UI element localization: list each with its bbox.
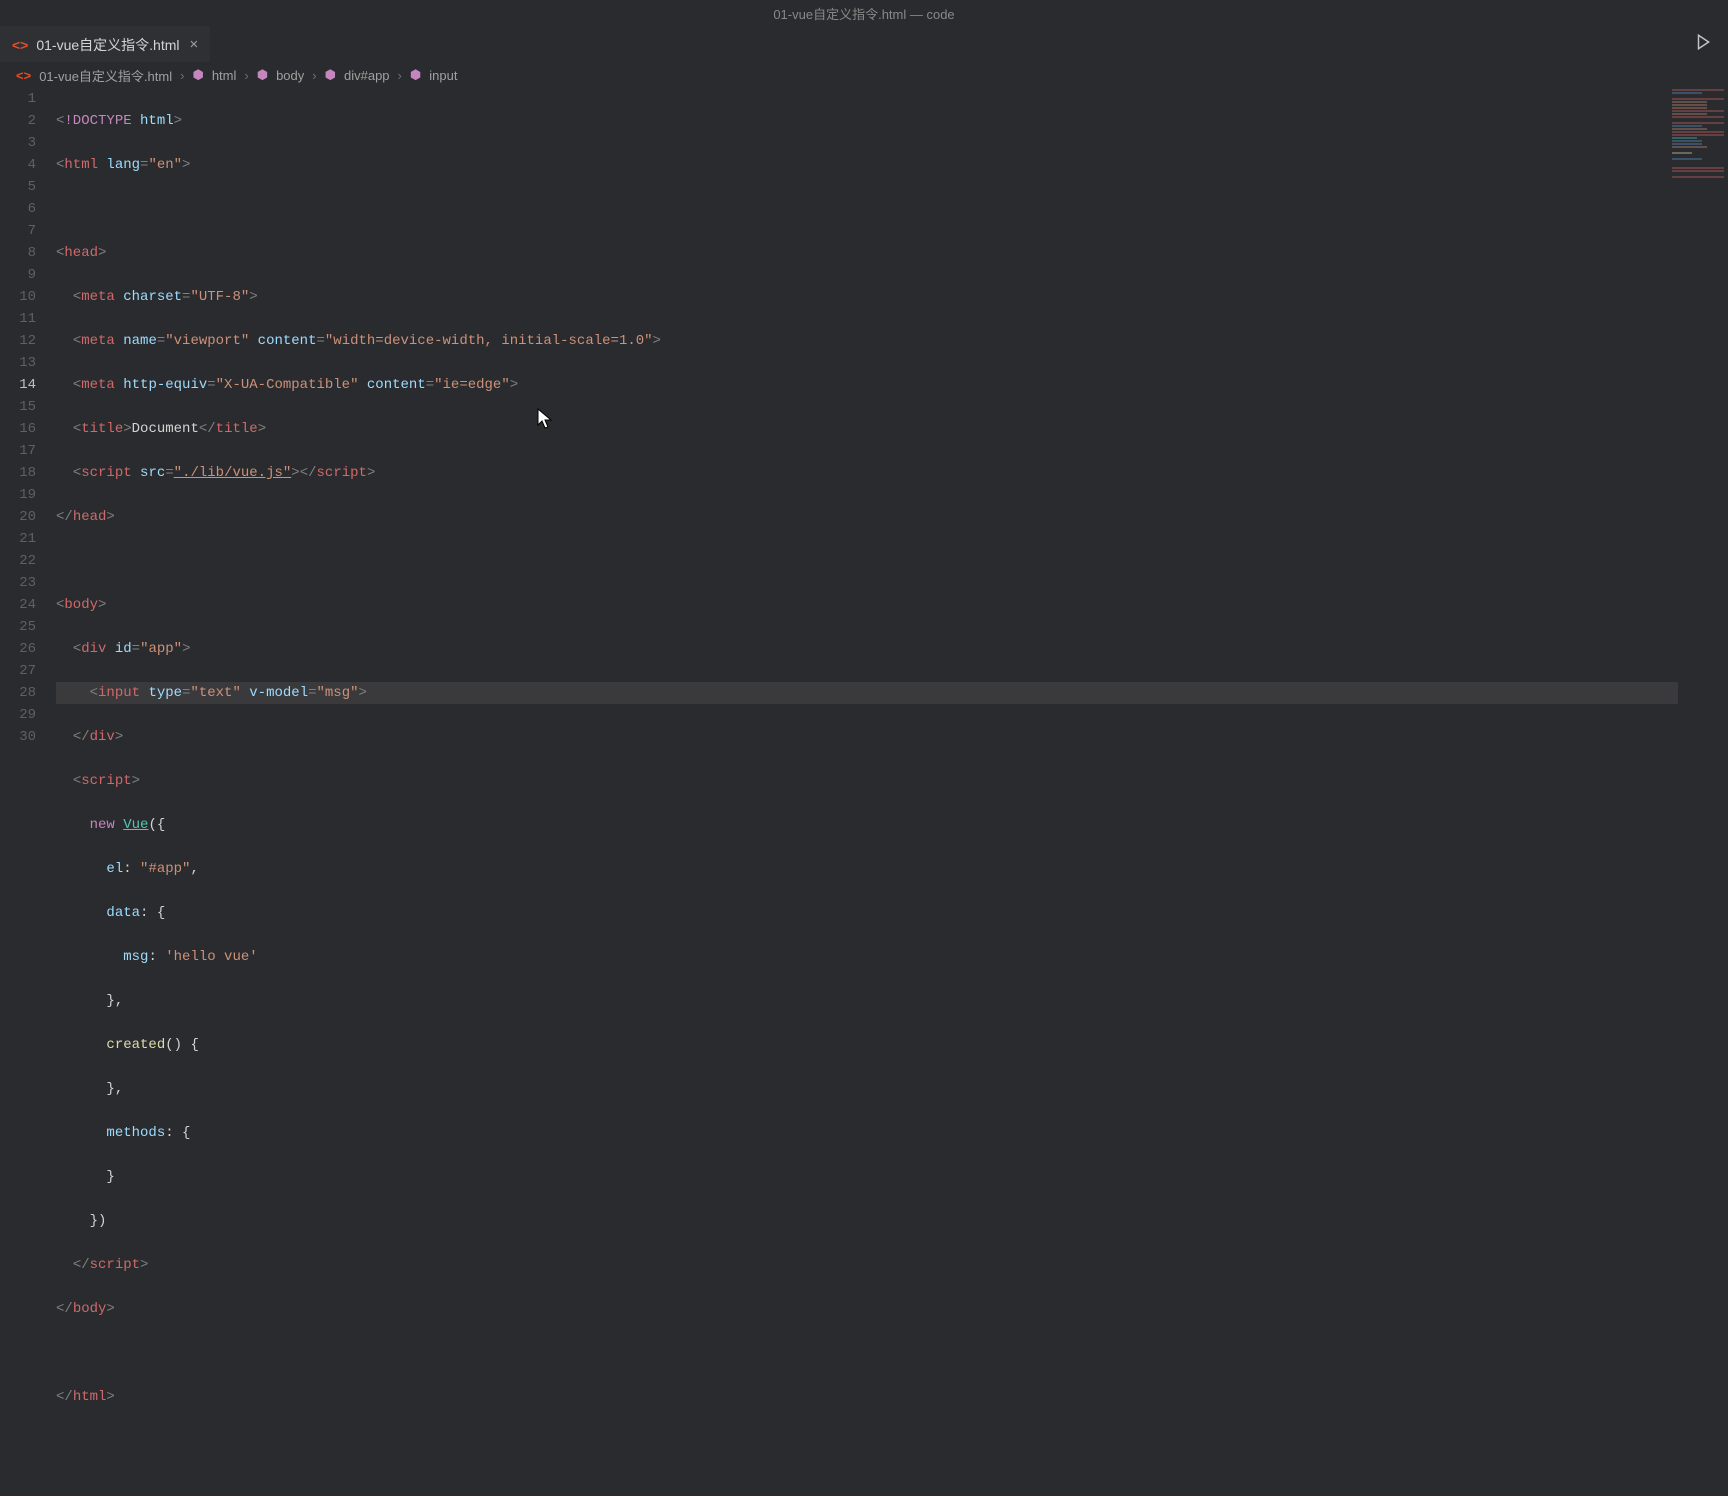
code-line: <script>: [56, 770, 1728, 792]
line-number: 20: [0, 506, 36, 528]
code-line: <body>: [56, 594, 1728, 616]
code-line: new Vue({: [56, 814, 1728, 836]
line-number: 14: [0, 374, 36, 396]
code-line: </script>: [56, 1254, 1728, 1276]
line-number: 13: [0, 352, 36, 374]
code-line: <meta http-equiv="X-UA-Compatible" conte…: [56, 374, 1728, 396]
code-line: [56, 198, 1728, 220]
line-number: 5: [0, 176, 36, 198]
code-line: },: [56, 1078, 1728, 1100]
symbol-icon: ⬢: [192, 67, 203, 83]
line-number: 26: [0, 638, 36, 660]
code-line: }): [56, 1210, 1728, 1232]
code-line: <!DOCTYPE html>: [56, 110, 1728, 132]
code-line: <script src="./lib/vue.js"></script>: [56, 462, 1728, 484]
run-icon[interactable]: [1694, 33, 1712, 56]
line-number: 11: [0, 308, 36, 330]
chevron-right-icon: ›: [244, 68, 248, 83]
line-number: 2: [0, 110, 36, 132]
window-title: 01-vue自定义指令.html — code: [773, 4, 954, 23]
symbol-icon: ⬢: [410, 67, 421, 83]
breadcrumb-html[interactable]: html: [212, 68, 237, 83]
breadcrumb-div[interactable]: div#app: [344, 68, 390, 83]
line-number: 17: [0, 440, 36, 462]
editor-area[interactable]: 1 2 3 4 5 6 7 8 9 10 11 12 13 14 15 16 1…: [0, 88, 1728, 1080]
close-icon[interactable]: ×: [190, 36, 199, 53]
line-number: 12: [0, 330, 36, 352]
code-line: <meta name="viewport" content="width=dev…: [56, 330, 1728, 352]
line-number: 23: [0, 572, 36, 594]
line-number-gutter: 1 2 3 4 5 6 7 8 9 10 11 12 13 14 15 16 1…: [0, 88, 56, 1080]
code-line: <title>Document</title>: [56, 418, 1728, 440]
line-number: 24: [0, 594, 36, 616]
line-number: 18: [0, 462, 36, 484]
line-number: 7: [0, 220, 36, 242]
tab-actions: [1694, 33, 1728, 56]
code-line: methods: {: [56, 1122, 1728, 1144]
breadcrumb-body[interactable]: body: [276, 68, 304, 83]
chevron-right-icon: ›: [398, 68, 402, 83]
code-line: <head>: [56, 242, 1728, 264]
code-line: </div>: [56, 726, 1728, 748]
line-number: 1: [0, 88, 36, 110]
html-file-icon: <>: [12, 37, 28, 53]
line-number: 30: [0, 726, 36, 748]
code-line: }: [56, 1166, 1728, 1188]
line-number: 28: [0, 682, 36, 704]
code-line: data: {: [56, 902, 1728, 924]
line-number: 22: [0, 550, 36, 572]
line-number: 9: [0, 264, 36, 286]
line-number: 8: [0, 242, 36, 264]
tab-bar: <> 01-vue自定义指令.html ×: [0, 26, 1728, 62]
code-line: </head>: [56, 506, 1728, 528]
breadcrumb-input[interactable]: input: [429, 68, 457, 83]
breadcrumb: <> 01-vue自定义指令.html › ⬢ html › ⬢ body › …: [0, 62, 1728, 88]
code-line: <html lang="en">: [56, 154, 1728, 176]
symbol-icon: ⬢: [257, 67, 268, 83]
chevron-right-icon: ›: [180, 68, 184, 83]
code-line: </html>: [56, 1386, 1728, 1408]
tab-file[interactable]: <> 01-vue自定义指令.html ×: [0, 26, 210, 62]
line-number: 10: [0, 286, 36, 308]
window-title-bar: 01-vue自定义指令.html — code: [0, 0, 1728, 26]
line-number: 15: [0, 396, 36, 418]
code-line: },: [56, 990, 1728, 1012]
line-number: 4: [0, 154, 36, 176]
breadcrumb-file[interactable]: 01-vue自定义指令.html: [39, 66, 172, 85]
code-content[interactable]: <!DOCTYPE html> <html lang="en"> <head> …: [56, 88, 1728, 1080]
code-line: el: "#app",: [56, 858, 1728, 880]
line-number: 3: [0, 132, 36, 154]
code-line: created() {: [56, 1034, 1728, 1056]
code-line: [56, 1342, 1728, 1364]
code-line: msg: 'hello vue': [56, 946, 1728, 968]
line-number: 16: [0, 418, 36, 440]
line-number: 27: [0, 660, 36, 682]
line-number: 25: [0, 616, 36, 638]
tab-filename: 01-vue自定义指令.html: [36, 35, 179, 55]
code-line: <div id="app">: [56, 638, 1728, 660]
code-line: </body>: [56, 1298, 1728, 1320]
symbol-icon: ⬢: [325, 67, 336, 83]
code-line-active: <input type="text" v-model="msg">: [56, 682, 1678, 704]
line-number: 29: [0, 704, 36, 726]
line-number: 19: [0, 484, 36, 506]
line-number: 21: [0, 528, 36, 550]
line-number: 6: [0, 198, 36, 220]
code-line: [56, 550, 1728, 572]
code-line: <meta charset="UTF-8">: [56, 286, 1728, 308]
chevron-right-icon: ›: [312, 68, 316, 83]
html-file-icon: <>: [16, 68, 31, 83]
